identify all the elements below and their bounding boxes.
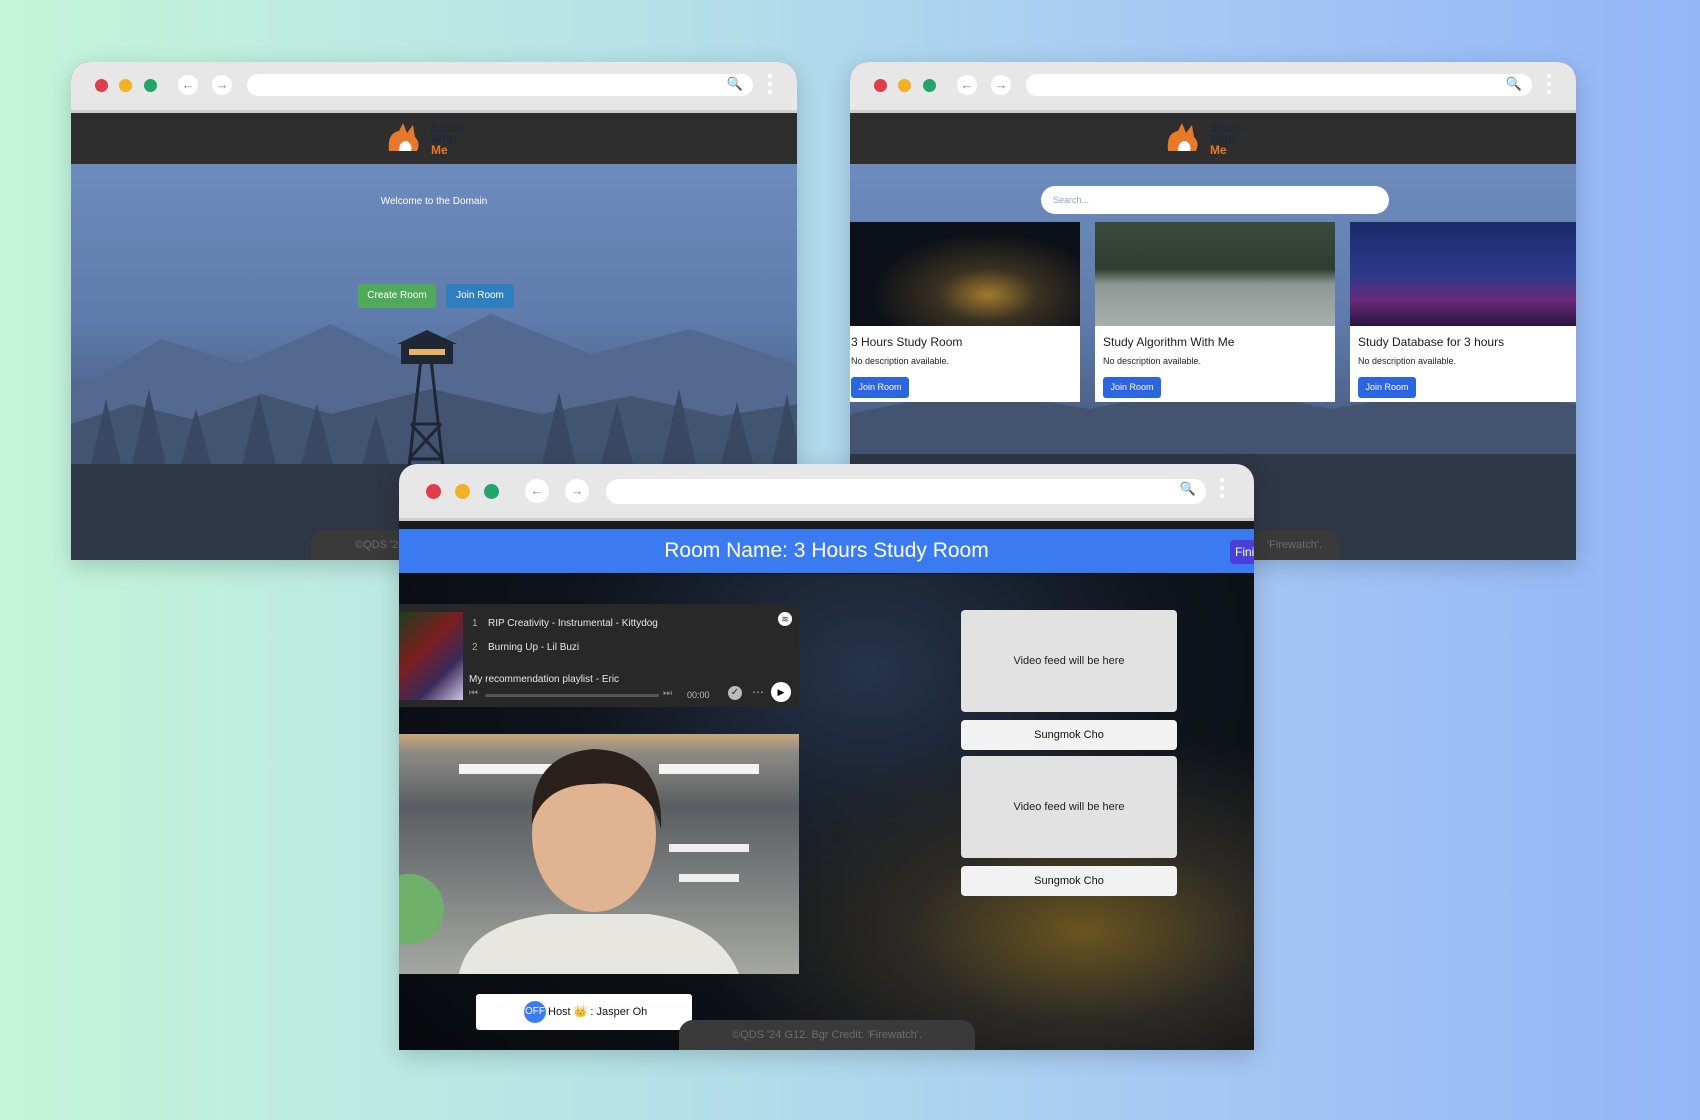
room-card[interactable]: Study Database for 3 hours No descriptio… [1350, 222, 1576, 402]
room-title: Study Database for 3 hours [1358, 335, 1505, 349]
video-feed-placeholder: Video feed will be here [961, 756, 1177, 858]
forward-arrow-icon[interactable]: → [212, 75, 232, 95]
room-card[interactable]: 3 Hours Study Room No description availa… [850, 222, 1080, 402]
join-room-button[interactable]: Join Room [851, 377, 909, 398]
back-arrow-icon[interactable]: ← [178, 75, 198, 95]
join-room-button[interactable]: Join Room [446, 284, 514, 308]
user-camera-image [399, 749, 759, 974]
site-header: Study With Me [71, 113, 797, 164]
site-header: Study With Me [850, 113, 1576, 164]
track-number: 1 [472, 618, 478, 629]
room-title: Study Algorithm With Me [1103, 335, 1235, 349]
page-footer: 'Firewatch'. [1250, 530, 1340, 560]
host-name: Host 👑 : Jasper Oh [548, 1006, 648, 1018]
earth-night-thumbnail [850, 222, 1080, 326]
video-feed-placeholder: Video feed will be here [961, 610, 1177, 712]
room-card[interactable]: Study Algorithm With Me No description a… [1095, 222, 1335, 402]
search-icon: 🔍 [1179, 481, 1196, 496]
forward-arrow-icon[interactable]: → [565, 479, 589, 503]
room-description: No description available. [851, 356, 950, 366]
browser-toolbar: ← → 🔍 [850, 62, 1576, 113]
close-dot[interactable] [426, 484, 441, 499]
participant-name: Sungmok Cho [961, 720, 1177, 750]
track-row[interactable]: 2 Burning Up - Lil Buzi [472, 642, 579, 653]
maximize-dot[interactable] [923, 79, 936, 92]
page-footer: ©QDS '24 G12. Bgr Credit: 'Firewatch'. [679, 1020, 975, 1050]
create-room-button[interactable]: Create Room [358, 284, 436, 308]
menu-kebab-icon[interactable] [1220, 478, 1224, 502]
star-trail-thumbnail [1350, 222, 1576, 326]
room-description: No description available. [1103, 356, 1202, 366]
join-room-button[interactable]: Join Room [1103, 377, 1161, 398]
camera-toggle-button[interactable]: OFF [524, 1001, 546, 1023]
webcam-feed [399, 734, 799, 974]
more-options-icon[interactable]: ⋯ [752, 685, 764, 699]
join-room-button[interactable]: Join Room [1358, 377, 1416, 398]
playback-time: 00:00 [687, 690, 710, 700]
address-bar[interactable]: 🔍 [606, 479, 1206, 504]
earth-night-background: 1 RIP Creativity - Instrumental - Kittydo… [399, 574, 1254, 1050]
minimize-dot[interactable] [898, 79, 911, 92]
study-with-me-logo[interactable]: Study With Me [1164, 119, 1243, 159]
search-icon: 🔍 [726, 76, 743, 91]
search-icon: 🔍 [1505, 76, 1522, 91]
menu-kebab-icon[interactable] [1547, 74, 1551, 98]
address-bar[interactable]: 🔍 [247, 74, 753, 96]
spotify-player: 1 RIP Creativity - Instrumental - Kittydo… [399, 604, 799, 707]
menu-kebab-icon[interactable] [768, 74, 772, 98]
maximize-dot[interactable] [484, 484, 499, 499]
browser-window-room: ← → 🔍 Room Name: 3 Hours Study Room Fini… [399, 464, 1254, 1050]
study-with-me-logo[interactable]: Study With Me [385, 119, 464, 159]
close-dot[interactable] [874, 79, 887, 92]
track-row[interactable]: 1 RIP Creativity - Instrumental - Kittydo… [472, 618, 658, 629]
fox-logo-icon [388, 123, 419, 151]
play-button-icon[interactable]: ▶ [771, 682, 791, 702]
lake-forest-thumbnail [1095, 222, 1335, 326]
progress-bar[interactable] [485, 694, 659, 697]
room-search-input[interactable]: Search... [1041, 186, 1389, 214]
skip-forward-icon[interactable]: ⏭ [663, 688, 672, 699]
browser-toolbar: ← → 🔍 [399, 464, 1254, 521]
fox-logo-icon [1167, 123, 1198, 151]
back-arrow-icon[interactable]: ← [525, 479, 549, 503]
address-bar[interactable]: 🔍 [1026, 74, 1532, 96]
track-title: RIP Creativity - Instrumental - Kittydog [488, 618, 658, 629]
track-number: 2 [472, 642, 478, 653]
room-name-header: Room Name: 3 Hours Study Room [399, 529, 1254, 573]
back-arrow-icon[interactable]: ← [957, 75, 977, 95]
room-title: 3 Hours Study Room [851, 335, 963, 349]
minimize-dot[interactable] [119, 79, 132, 92]
room-description: No description available. [1358, 356, 1457, 366]
toolbar-divider [399, 521, 1254, 529]
track-title: Burning Up - Lil Buzi [488, 642, 580, 653]
playlist-title: My recommendation playlist - Eric [469, 674, 620, 685]
skip-back-icon[interactable]: ⏮ [469, 688, 478, 699]
maximize-dot[interactable] [144, 79, 157, 92]
participant-name: Sungmok Cho [961, 866, 1177, 896]
logo-text-me: Me [1210, 142, 1227, 157]
browser-toolbar: ← → 🔍 [71, 62, 797, 113]
finish-button[interactable]: Fini [1230, 540, 1254, 564]
close-dot[interactable] [95, 79, 108, 92]
spotify-logo-icon[interactable]: ≋ [778, 612, 792, 626]
host-label: OFF Host 👑 : Jasper Oh [476, 994, 692, 1030]
saved-check-icon[interactable]: ✓ [728, 686, 742, 700]
playlist-cover-art [399, 612, 463, 700]
logo-text-me: Me [431, 142, 448, 157]
forward-arrow-icon[interactable]: → [991, 75, 1011, 95]
welcome-text: Welcome to the Domain [380, 196, 488, 207]
minimize-dot[interactable] [455, 484, 470, 499]
